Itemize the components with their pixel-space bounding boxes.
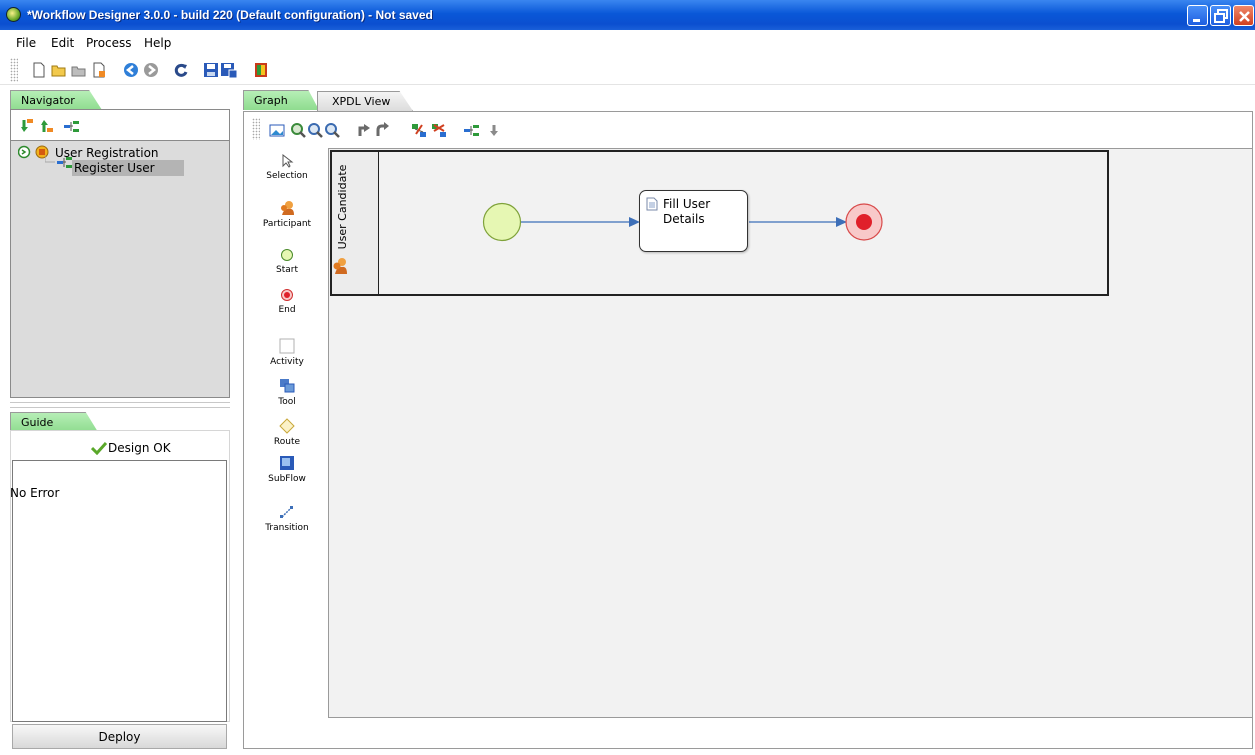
graph-toolbar-grip[interactable] xyxy=(252,118,260,140)
remove-participant-icon[interactable] xyxy=(432,124,446,137)
workflow-app-icon xyxy=(6,7,21,22)
close-icon[interactable] xyxy=(70,61,88,79)
properties-icon[interactable] xyxy=(90,61,108,79)
tab-navigator[interactable]: Navigator xyxy=(10,90,102,110)
palette-end[interactable]: End xyxy=(247,288,327,315)
zoom-actual-icon[interactable] xyxy=(308,123,323,138)
zoom-out-icon[interactable] xyxy=(325,123,340,138)
menu-file[interactable]: File xyxy=(16,36,36,50)
minimize-button[interactable] xyxy=(1187,5,1208,26)
refresh-icon[interactable] xyxy=(172,61,190,79)
process-icon xyxy=(57,157,72,168)
palette-activity[interactable]: Activity xyxy=(247,338,327,367)
activity-label: Fill User Details xyxy=(663,197,711,226)
redo-icon[interactable] xyxy=(376,122,389,136)
menu-edit[interactable]: Edit xyxy=(51,36,74,50)
save-as-icon[interactable] xyxy=(220,61,238,79)
tool-icon xyxy=(280,379,295,393)
expand-all-icon[interactable] xyxy=(21,119,33,132)
tab-xpdl-view[interactable]: XPDL View xyxy=(317,91,413,111)
window-title: *Workflow Designer 3.0.0 - build 220 (De… xyxy=(27,8,433,22)
back-icon[interactable] xyxy=(122,61,140,79)
palette-subflow[interactable]: SubFlow xyxy=(247,455,327,484)
navigator-tree: User Registration Register User xyxy=(11,140,229,397)
swimlane-label: User Candidate xyxy=(336,164,349,250)
menu-help[interactable]: Help xyxy=(144,36,171,50)
palette-route[interactable]: Route xyxy=(247,418,327,447)
close-button[interactable] xyxy=(1233,5,1254,26)
show-process-icon[interactable] xyxy=(64,121,79,132)
participant-icon xyxy=(333,258,347,274)
tree-line xyxy=(45,155,55,163)
design-status: Design OK xyxy=(108,441,171,455)
exit-icon[interactable] xyxy=(252,61,270,79)
menu-bar: File Edit Process Help xyxy=(0,31,1255,53)
end-circle-icon xyxy=(281,289,293,301)
toolbar-grip[interactable] xyxy=(10,58,18,82)
transition-icon xyxy=(280,506,293,518)
palette-participant[interactable]: Participant xyxy=(247,200,327,229)
undo-icon[interactable] xyxy=(358,124,370,136)
move-down-icon[interactable] xyxy=(490,125,498,136)
menu-process[interactable]: Process xyxy=(86,36,132,50)
open-icon[interactable] xyxy=(50,61,68,79)
save-image-icon[interactable] xyxy=(269,124,285,137)
palette-selection[interactable]: Selection xyxy=(247,154,327,181)
graph-toolbar xyxy=(244,114,1252,144)
start-event[interactable] xyxy=(482,202,522,242)
collapse-all-icon[interactable] xyxy=(41,120,53,132)
document-icon xyxy=(646,197,658,211)
end-event-core xyxy=(856,214,872,230)
deploy-button[interactable]: Deploy xyxy=(12,724,227,749)
zoom-in-icon[interactable] xyxy=(291,123,306,138)
activity-icon xyxy=(279,338,295,354)
palette-transition[interactable]: Transition xyxy=(247,504,327,533)
split-divider[interactable] xyxy=(10,402,230,408)
tab-graph[interactable]: Graph xyxy=(243,90,319,110)
palette-tool[interactable]: Tool xyxy=(247,378,327,407)
palette-start[interactable]: Start xyxy=(247,248,327,275)
tab-guide[interactable]: Guide xyxy=(10,412,98,432)
arrowhead xyxy=(836,217,847,227)
tree-item-register-user[interactable]: Register User xyxy=(74,161,155,175)
save-icon[interactable] xyxy=(202,61,220,79)
expand-toggle-icon[interactable] xyxy=(18,145,31,159)
participant-icon xyxy=(281,201,294,215)
error-list: No Error xyxy=(10,460,227,722)
process-structure-icon[interactable] xyxy=(464,125,479,136)
subflow-icon xyxy=(280,456,294,470)
error-message: No Error xyxy=(10,486,60,500)
new-icon[interactable] xyxy=(30,61,48,79)
start-circle-icon xyxy=(281,249,293,261)
selection-arrow-icon xyxy=(282,154,294,168)
checkmark-icon xyxy=(91,441,107,455)
insert-participant-icon[interactable] xyxy=(412,124,426,137)
title-bar: *Workflow Designer 3.0.0 - build 220 (De… xyxy=(0,0,1255,30)
restore-button[interactable] xyxy=(1210,5,1231,26)
route-diamond-icon xyxy=(279,418,295,434)
main-toolbar xyxy=(0,55,1255,85)
navigator-toolbar xyxy=(21,119,79,132)
forward-icon[interactable] xyxy=(142,61,160,79)
component-palette: Selection Participant Start End Activity… xyxy=(247,148,327,718)
